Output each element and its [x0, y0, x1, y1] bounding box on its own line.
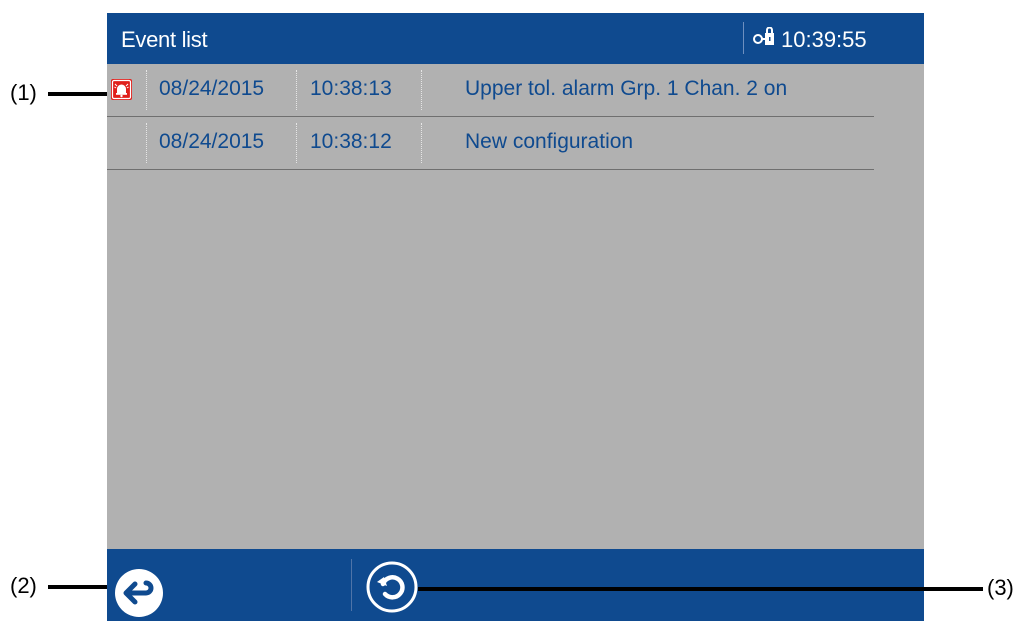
- event-text: Upper tol. alarm Grp. 1 Chan. 2 on: [465, 77, 788, 100]
- column-divider: [296, 123, 297, 163]
- event-row[interactable]: 08/24/2015 10:38:13 Upper tol. alarm Grp…: [107, 64, 874, 117]
- callout-line-1: [48, 92, 110, 96]
- alarm-bell-icon: [111, 79, 132, 100]
- refresh-button[interactable]: [366, 561, 418, 613]
- bottom-toolbar: [107, 549, 924, 621]
- callout-line-3: [418, 587, 983, 591]
- toolbar-divider: [351, 559, 352, 611]
- event-date: 08/24/2015: [159, 130, 265, 153]
- back-button[interactable]: [113, 567, 165, 619]
- lock-key-icon: [753, 27, 774, 45]
- event-time: 10:38:12: [310, 130, 392, 153]
- event-text: New configuration: [465, 130, 634, 153]
- refresh-icon: [366, 561, 418, 613]
- callout-label-2: (2): [10, 573, 37, 598]
- callout-label-1: (1): [10, 80, 37, 105]
- callout-label-3: (3): [987, 575, 1014, 600]
- event-row[interactable]: 08/24/2015 10:38:12 New configuration: [107, 117, 874, 170]
- title-bar: Event list 10:39:55: [107, 13, 924, 64]
- device-screen: Event list 10:39:55 08/24/2015 10:38:13 …: [107, 13, 924, 621]
- event-date: 08/24/2015: [159, 77, 265, 100]
- event-time: 10:38:13: [310, 77, 392, 100]
- callout-line-2: [48, 585, 114, 589]
- column-divider: [146, 123, 147, 163]
- page-title: Event list: [121, 27, 208, 52]
- column-divider: [296, 70, 297, 110]
- event-list: 08/24/2015 10:38:13 Upper tol. alarm Grp…: [107, 64, 874, 170]
- title-divider: [743, 22, 744, 54]
- column-divider: [421, 123, 422, 163]
- back-arrow-icon: [115, 569, 163, 617]
- event-icon-cell: [107, 64, 147, 116]
- column-divider: [146, 70, 147, 110]
- clock-time: 10:39:55: [781, 27, 867, 52]
- column-divider: [421, 70, 422, 110]
- event-icon-cell: [107, 117, 147, 169]
